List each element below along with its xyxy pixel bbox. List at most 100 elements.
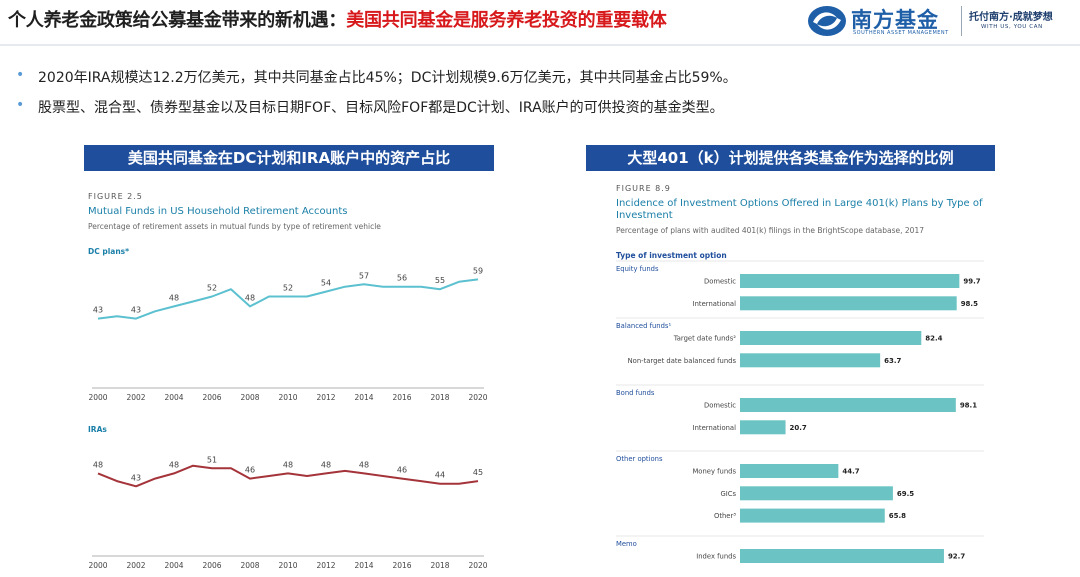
data-label-dc-2014: 57 bbox=[359, 271, 369, 280]
x-tick-dc-2018: 2018 bbox=[430, 393, 449, 402]
x-tick-ira-2012: 2012 bbox=[316, 561, 335, 570]
data-label-dc-2004: 48 bbox=[169, 293, 179, 302]
investment-options-bar-chart: Type of investment option Equity funds Dom… bbox=[616, 251, 984, 563]
x-tick-ira-2004: 2004 bbox=[164, 561, 183, 570]
right-section-heading: 大型401（k）计划提供各类基金作为选择的比例 bbox=[586, 145, 995, 171]
bar-2-1 bbox=[740, 420, 786, 435]
logo-mark-icon bbox=[808, 6, 846, 36]
company-logo: 南方基金 SOUTHERN ASSET MANAGEMENT 托付南方·成就梦想… bbox=[807, 4, 1077, 38]
bar-value-3-2: 65.8 bbox=[889, 512, 906, 520]
x-tick-dc-2012: 2012 bbox=[316, 393, 335, 402]
bar-category-3-1: GICs bbox=[720, 490, 736, 498]
bar-value-2-0: 98.1 bbox=[960, 402, 977, 410]
bullet-dot-icon: • bbox=[16, 97, 25, 113]
data-label-ira-2006: 51 bbox=[207, 455, 217, 464]
x-tick-ira-2006: 2006 bbox=[202, 561, 221, 570]
data-label-ira-2010: 48 bbox=[283, 460, 293, 469]
x-tick-ira-2020: 2020 bbox=[468, 561, 487, 570]
data-label-dc-2002: 43 bbox=[131, 306, 141, 315]
data-label-dc-2018: 55 bbox=[435, 276, 445, 285]
bar-4-0 bbox=[740, 549, 944, 563]
bar-value-3-1: 69.5 bbox=[897, 490, 914, 498]
group-label-0: Equity funds bbox=[616, 265, 659, 273]
header-divider bbox=[0, 44, 1080, 46]
group-label-3: Other options bbox=[616, 455, 663, 463]
x-tick-ira-2014: 2014 bbox=[354, 561, 373, 570]
bar-value-1-0: 82.4 bbox=[925, 335, 942, 343]
bar-category-3-0: Money funds bbox=[692, 468, 736, 476]
bar-chart-type-header: Type of investment option bbox=[616, 251, 727, 260]
data-label-ira-2018: 44 bbox=[435, 471, 445, 480]
bar-1-0 bbox=[740, 331, 922, 345]
chart-title-ira: IRAs bbox=[88, 425, 107, 434]
bar-2-0 bbox=[740, 398, 956, 412]
bar-value-1-1: 63.7 bbox=[884, 357, 901, 365]
bar-value-4-0: 92.7 bbox=[948, 553, 965, 561]
group-label-4: Memo bbox=[616, 540, 637, 548]
logo-divider bbox=[961, 6, 962, 36]
data-label-dc-2006: 52 bbox=[207, 284, 217, 293]
bar-value-0-1: 98.5 bbox=[961, 300, 978, 308]
page-title: 个人养老金政策给公募基金带来的新机遇：美国共同基金是服务养老投资的重要载体 bbox=[8, 6, 667, 32]
page-title-main: 个人养老金政策给公募基金带来的新机遇： bbox=[8, 10, 347, 31]
bar-1-1 bbox=[740, 353, 881, 368]
left-section-heading: 美国共同基金在DC计划和IRA账户中的资产占比 bbox=[84, 145, 494, 171]
bullet-dot-icon: • bbox=[16, 67, 25, 83]
data-label-ira-2002: 43 bbox=[131, 473, 141, 482]
group-label-1: Balanced funds¹ bbox=[616, 322, 671, 330]
x-tick-ira-2010: 2010 bbox=[278, 561, 297, 570]
bar-category-3-2: Other³ bbox=[714, 512, 736, 520]
x-tick-ira-2008: 2008 bbox=[240, 561, 259, 570]
logo-text-en: SOUTHERN ASSET MANAGEMENT bbox=[853, 30, 949, 36]
bullet-2: • 股票型、混合型、债券型基金以及目标日期FOF、目标风险FOF都是DC计划、IR… bbox=[16, 97, 724, 117]
logo-slogan-cn: 托付南方·成就梦想 bbox=[969, 12, 1053, 23]
bar-0-0 bbox=[740, 274, 960, 288]
bar-category-0-0: Domestic bbox=[704, 278, 736, 286]
bar-value-2-1: 20.7 bbox=[790, 424, 807, 432]
data-label-dc-2008: 48 bbox=[245, 293, 255, 302]
chart-title-dc: DC plans* bbox=[88, 247, 129, 256]
bar-category-2-1: International bbox=[693, 424, 736, 432]
x-tick-dc-2006: 2006 bbox=[202, 393, 221, 402]
group-label-2: Bond funds bbox=[616, 389, 655, 397]
bullet-1-text: 2020年IRA规模达12.2万亿美元，其中共同基金占比45%；DC计划规模9.… bbox=[38, 70, 737, 86]
x-tick-dc-2020: 2020 bbox=[468, 393, 487, 402]
bar-value-0-0: 99.7 bbox=[963, 278, 980, 286]
data-label-ira-2014: 48 bbox=[359, 460, 369, 469]
x-tick-ira-2018: 2018 bbox=[430, 561, 449, 570]
page-title-highlight: 美国共同基金是服务养老投资的重要载体 bbox=[346, 10, 667, 31]
data-label-ira-2008: 46 bbox=[245, 466, 255, 475]
right-figure-panel: FIGURE 8.9 Incidence of Investment Optio… bbox=[608, 176, 993, 577]
data-label-ira-2020: 45 bbox=[473, 468, 483, 477]
data-label-dc-2012: 54 bbox=[321, 279, 331, 288]
x-tick-dc-2014: 2014 bbox=[354, 393, 373, 402]
x-tick-dc-2016: 2016 bbox=[392, 393, 411, 402]
bar-value-3-0: 44.7 bbox=[842, 468, 859, 476]
bar-3-0 bbox=[740, 464, 839, 478]
bar-3-1 bbox=[740, 486, 893, 501]
data-label-ira-2016: 46 bbox=[397, 466, 407, 475]
x-tick-dc-2004: 2004 bbox=[164, 393, 183, 402]
x-tick-ira-2002: 2002 bbox=[126, 561, 145, 570]
data-label-dc-2016: 56 bbox=[397, 274, 407, 283]
bar-0-1 bbox=[740, 296, 957, 311]
bullet-1: • 2020年IRA规模达12.2万亿美元，其中共同基金占比45%；DC计划规模9… bbox=[16, 67, 737, 87]
x-tick-ira-2000: 2000 bbox=[88, 561, 107, 570]
bar-3-2 bbox=[740, 508, 885, 523]
bar-category-1-0: Target date funds² bbox=[673, 335, 737, 343]
data-label-dc-2020: 59 bbox=[473, 266, 483, 275]
data-label-ira-2000: 48 bbox=[93, 460, 103, 469]
x-tick-dc-2002: 2002 bbox=[126, 393, 145, 402]
bar-category-4-0: Index funds bbox=[696, 553, 736, 561]
data-label-ira-2004: 48 bbox=[169, 460, 179, 469]
bullet-2-text: 股票型、混合型、债券型基金以及目标日期FOF、目标风险FOF都是DC计划、IRA… bbox=[38, 100, 724, 116]
logo-slogan-en: WITH US, YOU CAN bbox=[981, 24, 1043, 30]
data-label-ira-2012: 48 bbox=[321, 460, 331, 469]
x-tick-dc-2008: 2008 bbox=[240, 393, 259, 402]
x-tick-ira-2016: 2016 bbox=[392, 561, 411, 570]
bar-category-0-1: International bbox=[693, 300, 736, 308]
bar-category-1-1: Non-target date balanced funds bbox=[628, 357, 737, 365]
bar-category-2-0: Domestic bbox=[704, 402, 736, 410]
x-tick-dc-2010: 2010 bbox=[278, 393, 297, 402]
retirement-line-charts: DC plans* 43 43 48 52 48 52 54 57 56 55 59 2000 2002 2… bbox=[88, 247, 488, 570]
